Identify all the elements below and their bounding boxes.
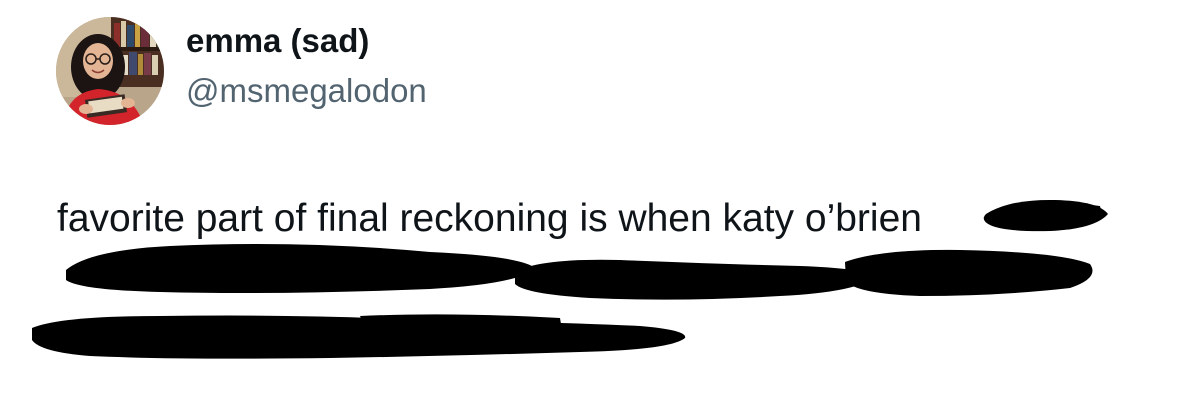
display-name[interactable]: emma (sad): [186, 22, 369, 60]
user-handle[interactable]: @msmegalodon: [186, 72, 427, 110]
tweet-card: emma (sad) @msmegalodon favorite part of…: [0, 0, 1200, 404]
tweet-text-line-3: [57, 303, 1177, 359]
tweet-text: favorite part of final reckoning is when…: [57, 191, 1177, 359]
tweet-text-line-1: favorite part of final reckoning is when…: [57, 197, 922, 240]
tweet-text-line-2: [57, 247, 1177, 303]
avatar[interactable]: [56, 17, 164, 125]
profile-photo-icon: [56, 17, 164, 125]
